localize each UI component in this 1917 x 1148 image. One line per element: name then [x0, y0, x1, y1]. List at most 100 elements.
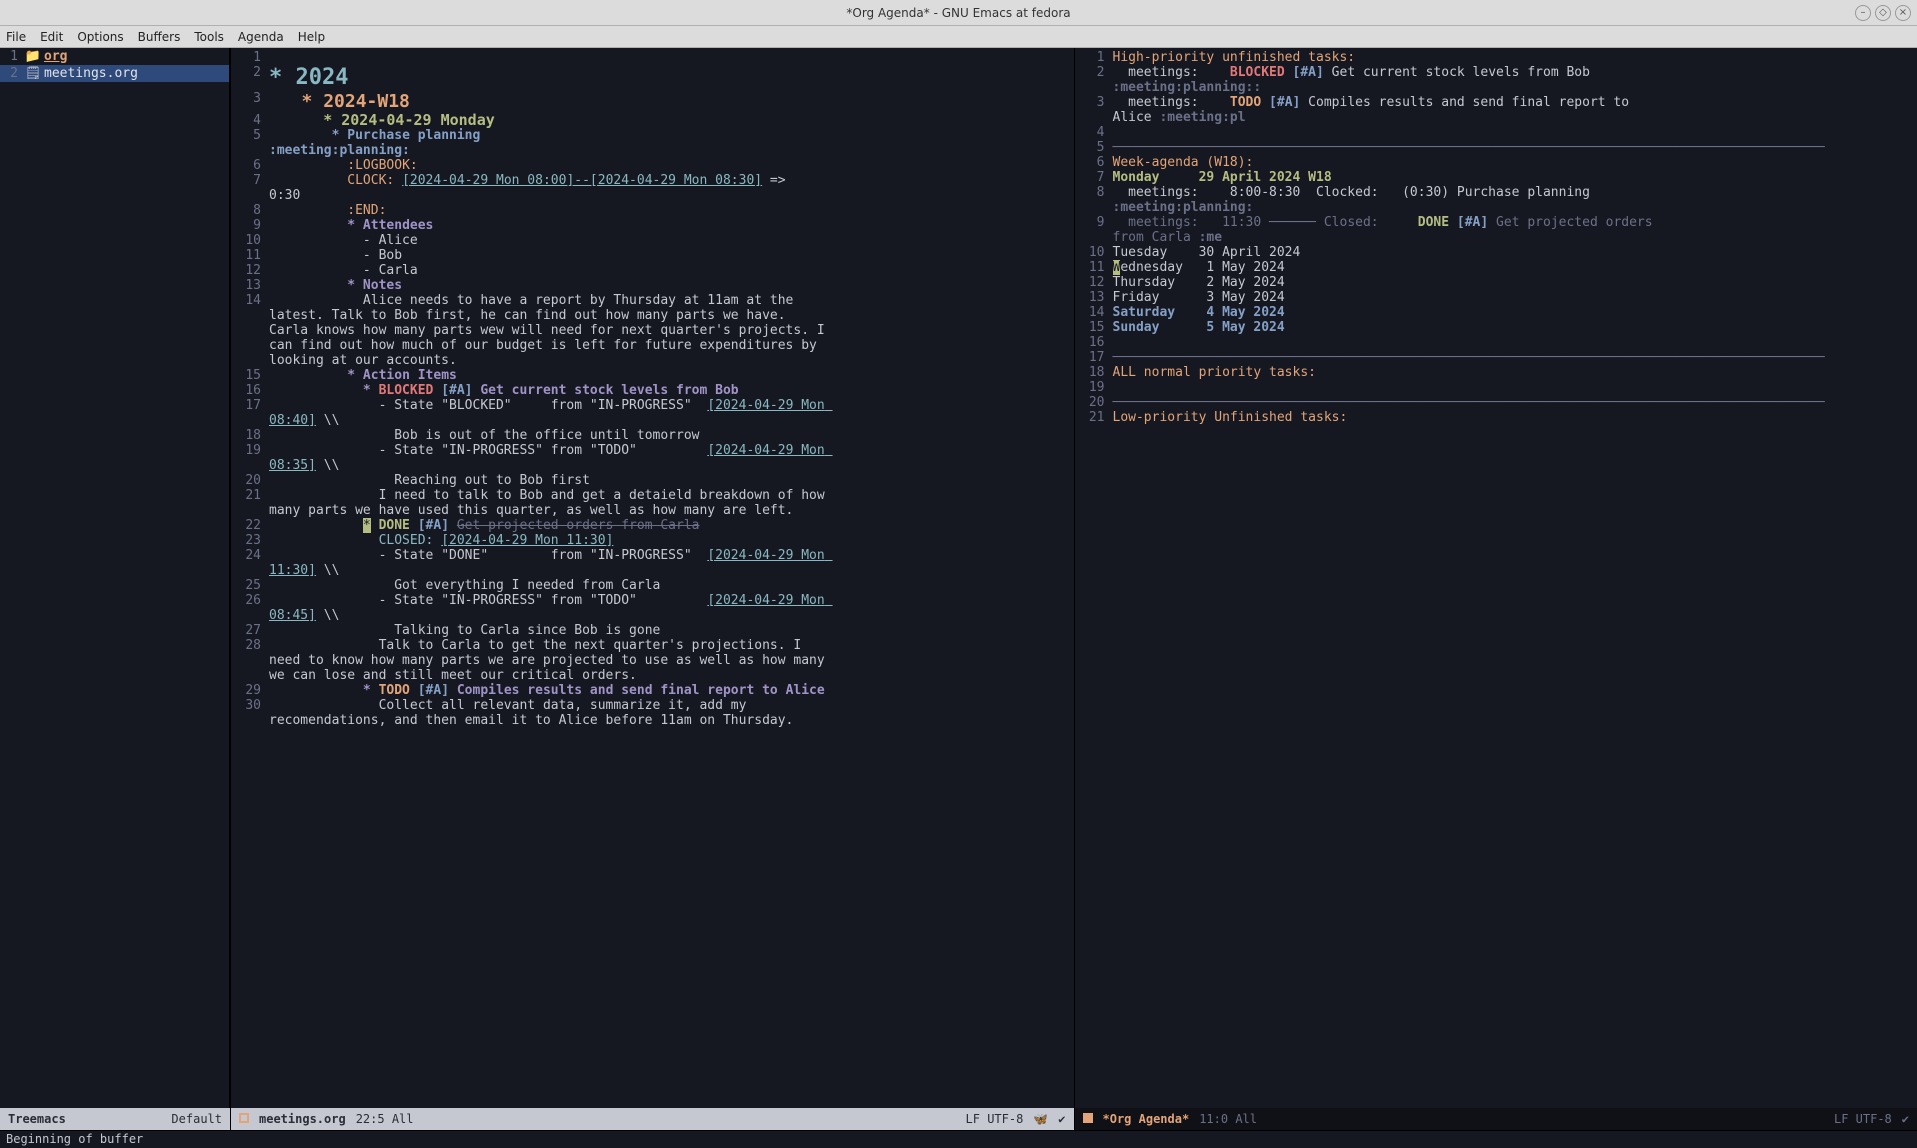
- code-line[interactable]: 28 Talk to Carla to get the next quarter…: [231, 638, 1074, 683]
- code-line[interactable]: 20 Reaching out to Bob first: [231, 473, 1074, 488]
- code-line[interactable]: 19 - State "IN-PROGRESS" from "TODO" [20…: [231, 443, 1074, 473]
- line-number: 6: [1075, 155, 1113, 170]
- code-line[interactable]: 8 meetings: 8:00-8:30 Clocked: (0:30) Pu…: [1075, 185, 1917, 215]
- code-line[interactable]: 26 - State "IN-PROGRESS" from "TODO" [20…: [231, 593, 1074, 623]
- line-content: - Bob: [269, 248, 829, 263]
- menu-file[interactable]: File: [6, 30, 26, 44]
- code-line[interactable]: 1High-priority unfinished tasks:: [1075, 50, 1917, 65]
- line-content: * TODO [#A] Compiles results and send fi…: [269, 683, 829, 698]
- code-line[interactable]: 2* 2024: [231, 65, 1074, 91]
- code-line[interactable]: 6Week-agenda (W18):: [1075, 155, 1917, 170]
- menu-buffers[interactable]: Buffers: [138, 30, 181, 44]
- line-content: [1113, 380, 1673, 395]
- code-line[interactable]: 5───────────────────────────────────────…: [1075, 140, 1917, 155]
- line-number: 2: [1075, 65, 1113, 95]
- treemacs-sidebar[interactable]: 1📁org2🗒meetings.org: [0, 48, 230, 1108]
- code-line[interactable]: 3 * 2024-W18: [231, 91, 1074, 113]
- line-content: ALL normal priority tasks:: [1113, 365, 1673, 380]
- code-line[interactable]: 15Sunday 5 May 2024: [1075, 320, 1917, 335]
- menu-help[interactable]: Help: [298, 30, 325, 44]
- modeline-treemacs[interactable]: Treemacs Default: [0, 1108, 230, 1130]
- code-line[interactable]: 13Friday 3 May 2024: [1075, 290, 1917, 305]
- code-line[interactable]: 22 * DONE [#A] Get projected orders from…: [231, 518, 1074, 533]
- menu-tools[interactable]: Tools: [194, 30, 224, 44]
- line-number: 8: [1075, 185, 1113, 215]
- code-line[interactable]: 21 I need to talk to Bob and get a detai…: [231, 488, 1074, 518]
- maximize-icon[interactable]: ◇: [1875, 5, 1891, 21]
- code-line[interactable]: 24 - State "DONE" from "IN-PROGRESS" [20…: [231, 548, 1074, 578]
- code-line[interactable]: 3 meetings: TODO [#A] Compiles results a…: [1075, 95, 1917, 125]
- code-line[interactable]: 16: [1075, 335, 1917, 350]
- code-line[interactable]: 10Tuesday 30 April 2024: [1075, 245, 1917, 260]
- code-line[interactable]: 12 - Carla: [231, 263, 1074, 278]
- code-line[interactable]: 9 meetings: 11:30 ────── Closed: DONE [#…: [1075, 215, 1917, 245]
- code-line[interactable]: 20──────────────────────────────────────…: [1075, 395, 1917, 410]
- menu-options[interactable]: Options: [77, 30, 123, 44]
- line-number: 26: [231, 593, 269, 623]
- code-line[interactable]: 6 :LOGBOOK:: [231, 158, 1074, 173]
- line-number: 10: [231, 233, 269, 248]
- code-line[interactable]: 27 Talking to Carla since Bob is gone: [231, 623, 1074, 638]
- tree-item-label: org: [42, 48, 67, 65]
- line-number: 10: [1075, 245, 1113, 260]
- line-number: 21: [1075, 410, 1113, 425]
- code-line[interactable]: 11Wednesday 1 May 2024: [1075, 260, 1917, 275]
- minibuffer[interactable]: Beginning of buffer: [0, 1130, 1917, 1148]
- code-line[interactable]: 17 - State "BLOCKED" from "IN-PROGRESS" …: [231, 398, 1074, 428]
- editor-pane-agenda[interactable]: 1High-priority unfinished tasks:2 meetin…: [1074, 48, 1917, 1108]
- line-content: Low-priority Unfinished tasks:: [1113, 410, 1673, 425]
- code-line[interactable]: 12Thursday 2 May 2024: [1075, 275, 1917, 290]
- editor-panes: 12* 20243 * 2024-W184 * 2024-04-29 Monda…: [230, 48, 1917, 1108]
- tree-dir[interactable]: 1📁org: [0, 48, 229, 65]
- code-line[interactable]: 23 CLOSED: [2024-04-29 Mon 11:30]: [231, 533, 1074, 548]
- code-line[interactable]: 11 - Bob: [231, 248, 1074, 263]
- code-line[interactable]: 2 meetings: BLOCKED [#A] Get current sto…: [1075, 65, 1917, 95]
- menu-agenda[interactable]: Agenda: [238, 30, 284, 44]
- line-number: 8: [231, 203, 269, 218]
- menu-edit[interactable]: Edit: [40, 30, 63, 44]
- line-content: meetings: BLOCKED [#A] Get current stock…: [1113, 65, 1673, 95]
- folder-icon: 📁: [24, 48, 42, 65]
- editor-pane-meetings[interactable]: 12* 20243 * 2024-W184 * 2024-04-29 Monda…: [230, 48, 1074, 1108]
- line-number: 7: [1075, 170, 1113, 185]
- code-line[interactable]: 13 * Notes: [231, 278, 1074, 293]
- close-icon[interactable]: ×: [1895, 5, 1911, 21]
- code-line[interactable]: 19: [1075, 380, 1917, 395]
- modeline-editor[interactable]: meetings.org 22:5 All LF UTF-8 🦋 ✔: [230, 1108, 1074, 1130]
- code-line[interactable]: 14 Alice needs to have a report by Thurs…: [231, 293, 1074, 368]
- tree-file[interactable]: 2🗒meetings.org: [0, 65, 229, 82]
- line-content: Monday 29 April 2024 W18: [1113, 170, 1673, 185]
- modeline-agenda[interactable]: *Org Agenda* 11:0 All LF UTF-8 ✔: [1074, 1108, 1917, 1130]
- code-line[interactable]: 10 - Alice: [231, 233, 1074, 248]
- minimize-icon[interactable]: –: [1855, 5, 1871, 21]
- line-number: 29: [231, 683, 269, 698]
- code-line[interactable]: 5 * Purchase planning :meeting:planning:: [231, 128, 1074, 158]
- line-content: * Purchase planning :meeting:planning:: [269, 128, 829, 158]
- line-number: 1: [1075, 50, 1113, 65]
- code-line[interactable]: 30 Collect all relevant data, summarize …: [231, 698, 1074, 728]
- code-line[interactable]: 18 Bob is out of the office until tomorr…: [231, 428, 1074, 443]
- code-line[interactable]: 16 * BLOCKED [#A] Get current stock leve…: [231, 383, 1074, 398]
- code-line[interactable]: 14Saturday 4 May 2024: [1075, 305, 1917, 320]
- line-content: [1113, 335, 1673, 350]
- code-line[interactable]: 15 * Action Items: [231, 368, 1074, 383]
- line-content: meetings: 11:30 ────── Closed: DONE [#A]…: [1113, 215, 1673, 245]
- line-number: 18: [231, 428, 269, 443]
- code-line[interactable]: 1: [231, 50, 1074, 65]
- code-line[interactable]: 18ALL normal priority tasks:: [1075, 365, 1917, 380]
- line-number: 12: [1075, 275, 1113, 290]
- modeline-position: 11:0 All: [1199, 1112, 1257, 1126]
- code-line[interactable]: 7 CLOCK: [2024-04-29 Mon 08:00]--[2024-0…: [231, 173, 1074, 203]
- code-line[interactable]: 29 * TODO [#A] Compiles results and send…: [231, 683, 1074, 698]
- line-content: * 2024: [269, 65, 829, 91]
- code-line[interactable]: 9 * Attendees: [231, 218, 1074, 233]
- code-line[interactable]: 4 * 2024-04-29 Monday: [231, 113, 1074, 128]
- code-line[interactable]: 7Monday 29 April 2024 W18: [1075, 170, 1917, 185]
- code-line[interactable]: 4: [1075, 125, 1917, 140]
- code-line[interactable]: 21Low-priority Unfinished tasks:: [1075, 410, 1917, 425]
- code-line[interactable]: 17──────────────────────────────────────…: [1075, 350, 1917, 365]
- code-line[interactable]: 25 Got everything I needed from Carla: [231, 578, 1074, 593]
- line-number: 2: [0, 65, 24, 82]
- window-titlebar: *Org Agenda* - GNU Emacs at fedora – ◇ ×: [0, 0, 1917, 26]
- code-line[interactable]: 8 :END:: [231, 203, 1074, 218]
